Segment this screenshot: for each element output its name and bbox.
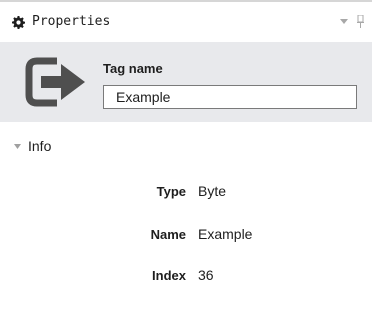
property-name: Index bbox=[152, 268, 186, 283]
dropdown-arrow-icon[interactable] bbox=[340, 19, 348, 25]
info-group-label: Info bbox=[28, 138, 52, 154]
tag-exit-icon bbox=[25, 57, 85, 107]
property-row-index: Index 36 bbox=[0, 267, 372, 288]
property-row-type: Type Byte bbox=[0, 183, 372, 204]
tag-name-label: Tag name bbox=[103, 61, 163, 76]
panel-title: Properties bbox=[32, 14, 111, 29]
property-name: Name bbox=[150, 227, 186, 242]
property-value: 36 bbox=[198, 267, 214, 283]
property-value: Example bbox=[198, 226, 253, 242]
gear-icon bbox=[12, 16, 25, 29]
property-value: Byte bbox=[198, 183, 227, 199]
tag-name-input[interactable] bbox=[103, 85, 357, 109]
tag-header: Tag name bbox=[0, 42, 372, 122]
pin-icon[interactable] bbox=[357, 15, 364, 28]
panel-title-bar: Properties bbox=[0, 2, 372, 42]
property-name: Type bbox=[156, 184, 186, 199]
collapse-arrow-icon[interactable] bbox=[14, 144, 21, 149]
property-row-name: Name Example bbox=[0, 226, 372, 247]
